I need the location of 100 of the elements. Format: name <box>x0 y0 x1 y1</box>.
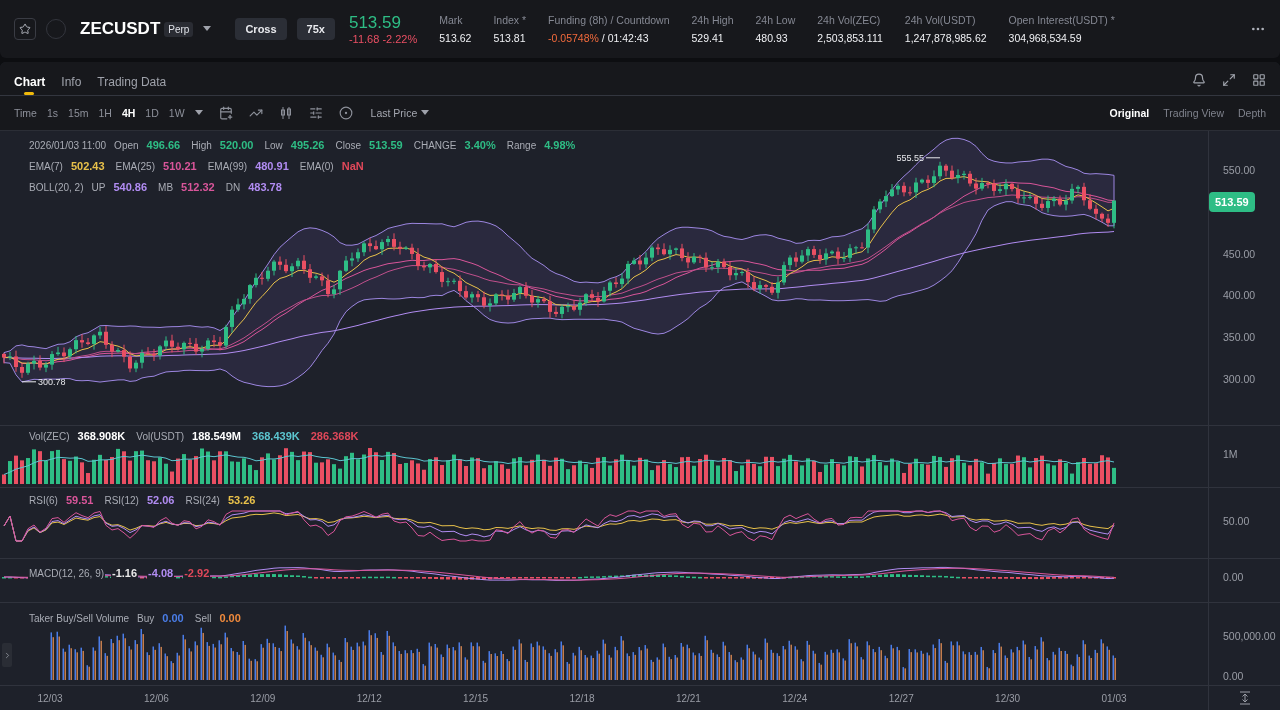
stat-label: 24h High <box>691 14 734 26</box>
contract-badge: Perp <box>164 21 194 37</box>
legend-label: Buy <box>136 613 156 624</box>
date-axis-label: 12/21 <box>675 693 701 704</box>
legend-label: Range <box>505 140 538 151</box>
legend-label: BOLL(20, 2) <box>28 182 85 193</box>
calendar-icon[interactable] <box>218 106 233 120</box>
legend-value: 59.51 <box>64 494 95 506</box>
legend-label: EMA(0) <box>298 161 335 172</box>
legend-label: Low <box>263 140 284 151</box>
legend-value: 0.00 <box>218 612 242 624</box>
price-axis-label: 550.00 <box>1223 164 1256 176</box>
legend-label: EMA(7) <box>28 161 64 172</box>
view-mode-tab[interactable]: Original <box>1109 107 1150 119</box>
legend-value: 368.908K <box>76 430 127 442</box>
legend-label: Vol(USDT) <box>135 431 186 442</box>
stat-value: 529.41 <box>691 32 725 44</box>
legend-label: Close <box>334 140 363 151</box>
legend-value: 368.439K <box>251 430 301 442</box>
legend-value: 4.98% <box>543 139 577 151</box>
legend-value: -2.92 <box>183 567 211 579</box>
stat-label: Index * <box>493 14 527 26</box>
star-icon[interactable] <box>19 23 31 35</box>
interval-option[interactable]: 1s <box>46 107 59 119</box>
interval-option[interactable]: 4H <box>121 107 136 119</box>
legend-label: EMA(25) <box>114 161 156 172</box>
legend-label: Open <box>113 140 140 151</box>
legend-label: CHANGE <box>412 140 458 151</box>
caret-icon[interactable] <box>203 26 212 32</box>
date-axis-label: 12/03 <box>37 693 63 704</box>
taker-axis-label: 500,000.00 <box>1223 630 1276 642</box>
date-axis-label: 12/12 <box>356 693 382 704</box>
stat-label: Mark <box>439 14 464 26</box>
expand-icon[interactable] <box>1222 73 1236 87</box>
view-mode-tab[interactable]: Trading View <box>1163 107 1224 119</box>
stat-value: 304,968,534.59 <box>1008 32 1083 44</box>
chart-tab[interactable]: Info <box>61 75 82 95</box>
caret-icon[interactable] <box>421 110 430 116</box>
legend-value: 510.21 <box>162 160 198 172</box>
interval-option[interactable]: 1D <box>145 107 159 119</box>
grid-icon[interactable] <box>1252 73 1266 87</box>
candle-datetime: 2026/01/03 11:00 <box>28 140 108 151</box>
bell-icon[interactable] <box>1192 73 1206 87</box>
date-axis-label: 12/30 <box>995 693 1021 704</box>
interval-option[interactable]: 15m <box>68 107 89 119</box>
price-axis-label: 300.00 <box>1223 373 1256 385</box>
stat-value: 513.81 <box>493 32 527 44</box>
date-axis-label: 12/06 <box>143 693 169 704</box>
legend-label: RSI(24) <box>184 495 221 506</box>
legend-label: Taker Buy/Sell Volume <box>28 613 131 624</box>
legend-value: NaN <box>340 160 365 172</box>
stat-label: 24h Low <box>755 14 796 26</box>
legend-label: RSI(12) <box>103 495 140 506</box>
legend-value: 496.66 <box>145 139 182 151</box>
caret-icon[interactable] <box>194 110 203 116</box>
legend-label: MB <box>157 182 175 193</box>
legend-value: 480.91 <box>254 160 290 172</box>
legend-label: High <box>190 140 213 151</box>
price-axis-label: 350.00 <box>1223 331 1256 343</box>
symbol-name[interactable]: ZECUSDT <box>80 19 161 39</box>
favorite-star-button[interactable] <box>14 18 36 40</box>
chart-tab[interactable]: Trading Data <box>97 75 167 95</box>
legend-label: Vol(ZEC) <box>28 431 71 442</box>
legend-label: RSI(6) <box>28 495 59 506</box>
target-icon[interactable] <box>338 106 353 120</box>
legend-label: UP <box>90 182 107 193</box>
fit-height-icon[interactable] <box>1238 691 1251 705</box>
date-axis-label: 12/24 <box>782 693 808 704</box>
legend-value: 286.368K <box>309 430 360 442</box>
legend-value: 52.06 <box>145 494 176 506</box>
legend-label: EMA(99) <box>206 161 249 172</box>
macd-axis-label: 0.00 <box>1223 571 1244 583</box>
view-mode-tab[interactable]: Depth <box>1237 107 1266 119</box>
interval-option[interactable]: 1W <box>168 107 185 119</box>
leverage-button[interactable]: 75x <box>296 18 335 40</box>
high-price-marker: 555.55 <box>896 152 924 163</box>
legend-label: Sell <box>193 613 213 624</box>
volume-axis-label: 1M <box>1223 448 1238 460</box>
stat-label: Funding (8h) / Countdown <box>548 14 670 26</box>
candlestick-icon[interactable] <box>278 106 293 120</box>
date-axis-label: 12/15 <box>463 693 489 704</box>
date-axis-label: 01/03 <box>1101 693 1127 704</box>
stat-value: 2,503,853.111 <box>817 32 883 44</box>
legend-value: 502.43 <box>69 160 106 172</box>
date-axis-label: 12/09 <box>250 693 276 704</box>
legend-value: 3.40% <box>463 139 497 151</box>
price-axis-label: 400.00 <box>1223 289 1256 301</box>
interval-option[interactable]: 1H <box>98 107 112 119</box>
stat-value: 1,247,878,985.62 <box>904 32 987 44</box>
price-type-dropdown[interactable]: Last Price <box>370 107 430 119</box>
margin-mode-button[interactable]: Cross <box>235 18 287 40</box>
legend-value: -4.08 <box>147 567 175 579</box>
interval-option[interactable]: Time <box>14 107 37 119</box>
settings-icon[interactable] <box>308 106 323 120</box>
low-price-marker: 300.78 <box>38 376 66 387</box>
legend-label: DN <box>224 182 242 193</box>
chart-tab[interactable]: Chart <box>14 75 46 95</box>
stat-label: 24h Vol(USDT) <box>904 14 977 26</box>
stat-label: 24h Vol(ZEC) <box>817 14 882 26</box>
legend-value: 513.59 <box>368 139 404 151</box>
